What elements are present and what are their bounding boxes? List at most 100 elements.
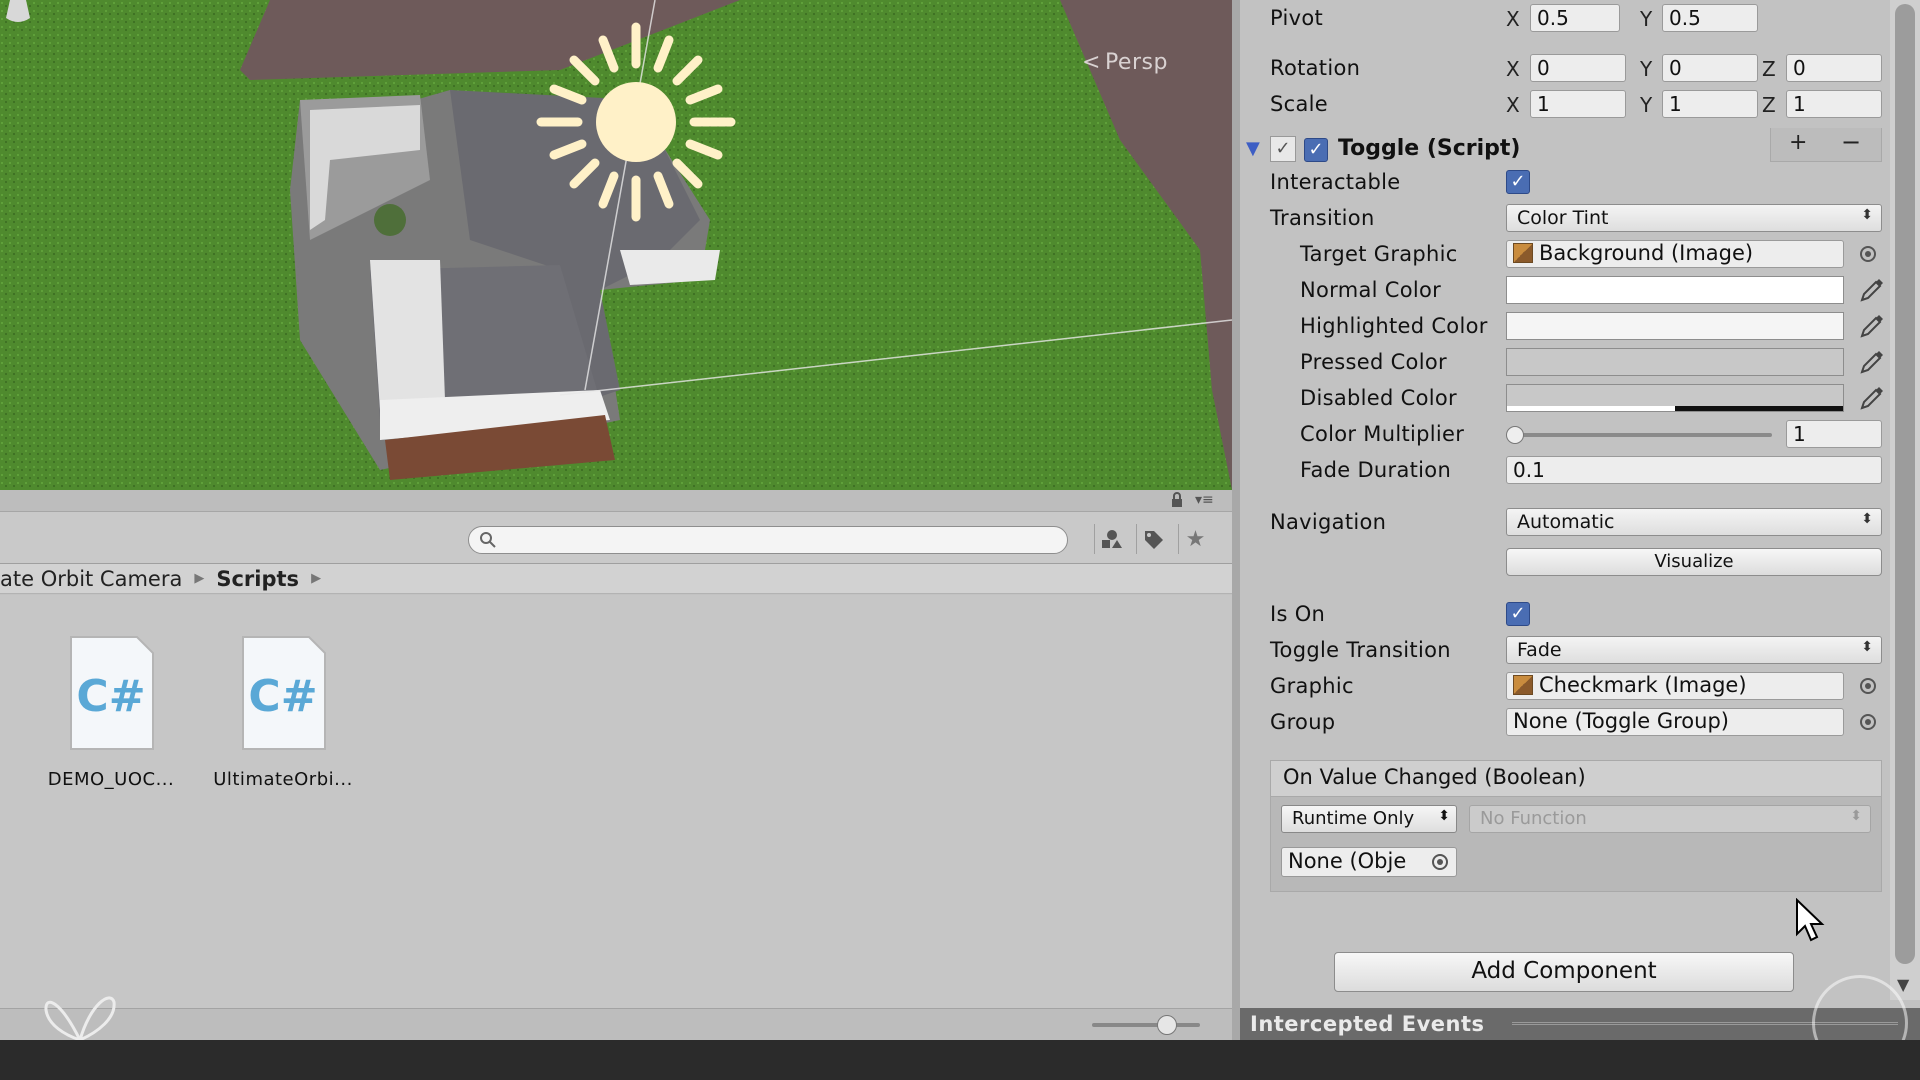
updown-caret-icon: ⬍ <box>1861 639 1873 655</box>
eyedropper-icon[interactable] <box>1858 312 1886 340</box>
scrollbar-thumb[interactable] <box>1895 4 1915 964</box>
is-on-label: Is On <box>1270 602 1326 626</box>
scene-view[interactable]: < Persp <box>0 0 1232 490</box>
filter-by-type-button[interactable] <box>1094 524 1128 554</box>
search-icon <box>480 532 496 548</box>
pressed-color-swatch[interactable] <box>1506 348 1844 376</box>
tag-icon <box>1144 531 1163 549</box>
axis-z-label: Z <box>1762 57 1776 81</box>
highlighted-color-row: Highlighted Color <box>1240 310 1900 342</box>
toggle-transition-value: Fade <box>1517 639 1562 661</box>
visualize-button[interactable]: Visualize <box>1506 548 1882 576</box>
icon-size-slider[interactable] <box>1092 1023 1200 1027</box>
intercepted-events-label: Intercepted Events <box>1250 1012 1485 1036</box>
rotation-x-field[interactable]: 0 <box>1530 54 1626 82</box>
on-value-changed-event: On Value Changed (Boolean) Runtime Only … <box>1270 760 1882 892</box>
file-name: DEMO_UOC... <box>47 769 175 790</box>
svg-text:C#: C# <box>76 671 145 722</box>
file-item[interactable]: C# DEMO_UOC... <box>36 635 186 790</box>
pivot-x-field[interactable]: 0.5 <box>1530 4 1620 32</box>
projection-label[interactable]: < Persp <box>1082 50 1168 75</box>
foldout-arrow-icon[interactable]: ▼ <box>1246 138 1260 159</box>
interactable-label: Interactable <box>1270 170 1401 194</box>
object-picker-icon[interactable] <box>1432 854 1448 870</box>
breadcrumb-separator-icon: ▶ <box>311 571 322 586</box>
image-asset-icon <box>1513 675 1533 695</box>
pivot-label: Pivot <box>1270 6 1324 30</box>
event-object-field[interactable]: None (Obje <box>1281 847 1457 877</box>
color-multiplier-field[interactable]: 1 <box>1786 420 1882 448</box>
project-bottom-bar <box>0 1008 1232 1040</box>
csharp-script-icon: C# <box>242 636 326 750</box>
breadcrumb-item-ultimate-orbit-camera[interactable]: ate Orbit Camera <box>0 567 182 591</box>
is-on-row: Is On ✓ <box>1240 598 1900 630</box>
add-listener-button[interactable]: + <box>1789 130 1807 155</box>
search-box[interactable] <box>468 526 1068 554</box>
axis-x-label: X <box>1506 7 1520 31</box>
event-list-buttons: + − <box>1770 128 1882 162</box>
is-on-checkbox[interactable]: ✓ <box>1506 602 1530 626</box>
toggle-transition-dropdown[interactable]: Fade ⬍ <box>1506 636 1882 664</box>
component-enabled-checkbox[interactable]: ✓ <box>1304 138 1328 162</box>
bottom-bar <box>0 1040 1920 1080</box>
group-row: Group None (Toggle Group) <box>1240 706 1900 738</box>
eyedropper-icon[interactable] <box>1858 276 1886 304</box>
object-picker-icon[interactable] <box>1860 714 1876 730</box>
eyedropper-icon[interactable] <box>1858 348 1886 376</box>
panel-divider[interactable] <box>1232 0 1240 1040</box>
transition-value: Color Tint <box>1517 207 1609 229</box>
axis-y-label: Y <box>1640 93 1653 117</box>
fade-duration-field[interactable]: 0.1 <box>1506 456 1882 484</box>
disabled-color-swatch[interactable] <box>1506 384 1844 412</box>
inspector-scrollbar[interactable]: ▼ <box>1890 0 1920 1000</box>
panel-menu-icon[interactable]: ▾≡ <box>1195 492 1223 508</box>
scale-y-field[interactable]: 1 <box>1662 90 1758 118</box>
pressed-color-row: Pressed Color <box>1240 346 1900 378</box>
remove-listener-button[interactable]: − <box>1841 128 1861 156</box>
scale-z-field[interactable]: 1 <box>1786 90 1882 118</box>
pivot-y-field[interactable]: 0.5 <box>1662 4 1758 32</box>
breadcrumb: ate Orbit Camera ▶ Scripts ▶ <box>0 564 1232 594</box>
disabled-color-label: Disabled Color <box>1300 386 1457 410</box>
scale-x-field[interactable]: 1 <box>1530 90 1626 118</box>
transition-dropdown[interactable]: Color Tint ⬍ <box>1506 204 1882 232</box>
scroll-down-arrow-icon[interactable]: ▼ <box>1897 975 1909 994</box>
lock-icon[interactable] <box>1169 492 1185 508</box>
navigation-label: Navigation <box>1270 510 1387 534</box>
eyedropper-icon[interactable] <box>1858 384 1886 412</box>
file-grid: C# DEMO_UOC... C# UltimateOrbi... <box>0 595 1232 1015</box>
navigation-dropdown[interactable]: Automatic ⬍ <box>1506 508 1882 536</box>
color-multiplier-slider[interactable] <box>1510 433 1772 437</box>
file-item[interactable]: C# UltimateOrbi... <box>208 635 358 790</box>
graphic-field[interactable]: Checkmark (Image) <box>1506 672 1844 700</box>
object-picker-icon[interactable] <box>1860 246 1876 262</box>
alpha-bar-bg <box>1507 406 1675 411</box>
icon-size-slider-handle[interactable] <box>1157 1015 1177 1035</box>
rotation-z-field[interactable]: 0 <box>1786 54 1882 82</box>
highlighted-color-swatch[interactable] <box>1506 312 1844 340</box>
filter-by-label-button[interactable] <box>1136 524 1170 554</box>
file-name: UltimateOrbi... <box>213 769 353 790</box>
disabled-color-row: Disabled Color <box>1240 382 1900 414</box>
axis-y-label: Y <box>1640 57 1653 81</box>
search-input[interactable] <box>503 530 1053 550</box>
transition-row: Transition Color Tint ⬍ <box>1240 202 1900 234</box>
object-picker-icon[interactable] <box>1860 678 1876 694</box>
function-dropdown[interactable]: No Function ⬍ <box>1469 805 1871 833</box>
favorites-button[interactable]: ★ <box>1178 524 1212 554</box>
orientation-gizmo-icon[interactable] <box>0 0 36 24</box>
star-icon: ★ <box>1185 526 1206 552</box>
interactable-checkbox[interactable]: ✓ <box>1506 170 1530 194</box>
breadcrumb-item-scripts[interactable]: Scripts <box>216 567 299 591</box>
fade-duration-row: Fade Duration 0.1 <box>1240 454 1900 486</box>
highlighted-color-label: Highlighted Color <box>1300 314 1488 338</box>
target-graphic-field[interactable]: Background (Image) <box>1506 240 1844 268</box>
updown-caret-icon: ⬍ <box>1438 808 1450 824</box>
runtime-dropdown[interactable]: Runtime Only ⬍ <box>1281 805 1457 833</box>
group-field[interactable]: None (Toggle Group) <box>1506 708 1844 736</box>
pivot-row: Pivot X 0.5 Y 0.5 <box>1240 2 1900 34</box>
rotation-y-field[interactable]: 0 <box>1662 54 1758 82</box>
color-multiplier-slider-handle[interactable] <box>1506 426 1524 444</box>
add-component-button[interactable]: Add Component <box>1334 952 1794 992</box>
normal-color-swatch[interactable] <box>1506 276 1844 304</box>
